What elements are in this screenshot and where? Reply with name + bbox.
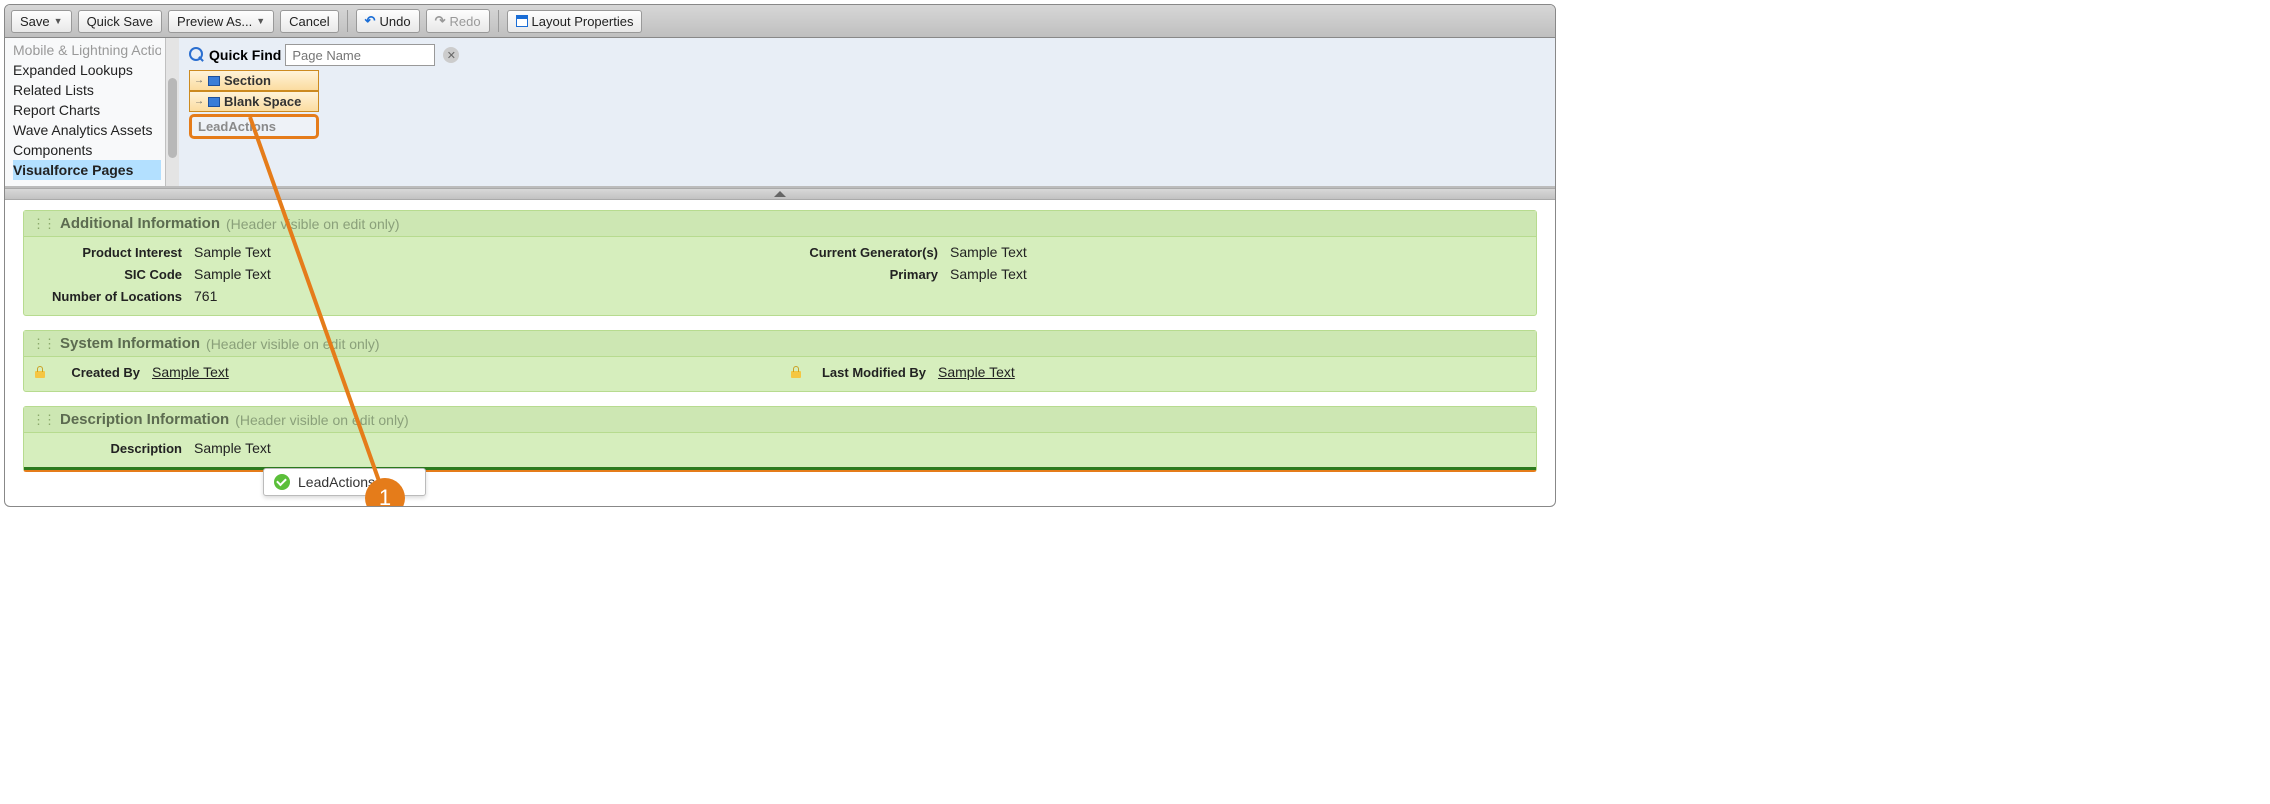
palette-chip-blank-space[interactable]: →Blank Space — [189, 91, 319, 112]
layout-section[interactable]: ⋮⋮ System Information (Header visible on… — [23, 330, 1537, 392]
field-value[interactable]: Sample Text — [194, 244, 271, 260]
layout-section-drop-target[interactable]: ⋮⋮ Description Information (Header visib… — [23, 406, 1537, 472]
section-note: (Header visible on edit only) — [226, 216, 400, 232]
sidebar-item[interactable]: Mobile & Lightning Actions — [13, 40, 161, 60]
palette-panel: Quick Find ✕ →Section →Blank Space LeadA… — [179, 38, 1555, 186]
section-title: Description Information — [60, 411, 229, 428]
quick-save-button[interactable]: Quick Save — [78, 10, 162, 33]
field-label: Primary — [790, 267, 950, 282]
undo-icon: ↶ — [365, 13, 376, 29]
palette-categories: Mobile & Lightning Actions Expanded Look… — [5, 38, 165, 186]
layout-section[interactable]: ⋮⋮ Additional Information (Header visibl… — [23, 210, 1537, 316]
field-value[interactable]: Sample Text — [194, 266, 271, 282]
insert-icon: → — [194, 75, 204, 86]
field-label: Product Interest — [34, 245, 194, 260]
field-label: Description — [34, 441, 194, 456]
collapse-bar[interactable] — [5, 188, 1555, 200]
field-value[interactable]: Sample Text — [194, 440, 271, 456]
section-title: Additional Information — [60, 215, 220, 232]
sidebar-item[interactable]: Report Charts — [13, 100, 161, 120]
undo-button[interactable]: ↶Undo — [356, 9, 420, 33]
section-title: System Information — [60, 335, 200, 352]
quick-find-label: Quick Find — [209, 47, 281, 63]
section-note: (Header visible on edit only) — [206, 336, 380, 352]
redo-icon: ↷ — [435, 13, 446, 29]
clear-search-icon[interactable]: ✕ — [443, 47, 459, 63]
sidebar-item-selected[interactable]: Visualforce Pages — [13, 160, 161, 180]
lock-icon — [34, 366, 46, 378]
layout-icon — [516, 15, 528, 27]
layout-properties-button[interactable]: Layout Properties — [507, 10, 643, 33]
palette-item-lead-actions[interactable]: LeadActions — [189, 114, 319, 139]
check-icon — [274, 474, 290, 490]
sidebar-item[interactable]: Related Lists — [13, 80, 161, 100]
quick-find-input[interactable] — [285, 44, 435, 66]
palette-chip-section[interactable]: →Section — [189, 70, 319, 91]
chevron-up-icon — [774, 191, 786, 197]
search-icon — [189, 47, 205, 63]
caret-down-icon: ▼ — [54, 16, 63, 26]
save-button[interactable]: Save▼ — [11, 10, 72, 33]
section-note: (Header visible on edit only) — [235, 412, 409, 428]
cancel-button[interactable]: Cancel — [280, 10, 338, 33]
lock-icon — [790, 366, 802, 378]
field-label: Current Generator(s) — [790, 245, 950, 260]
sidebar-item[interactable]: Wave Analytics Assets — [13, 120, 161, 140]
blank-space-icon — [208, 97, 220, 107]
scrollbar-thumb[interactable] — [168, 78, 177, 158]
preview-as-button[interactable]: Preview As...▼ — [168, 10, 274, 33]
grip-icon: ⋮⋮ — [32, 216, 54, 232]
grip-icon: ⋮⋮ — [32, 412, 54, 428]
sidebar-item[interactable]: Expanded Lookups — [13, 60, 161, 80]
separator — [347, 10, 348, 32]
redo-button: ↷Redo — [426, 9, 490, 33]
field-value[interactable]: 761 — [194, 288, 217, 304]
grip-icon: ⋮⋮ — [32, 336, 54, 352]
insert-icon: → — [194, 96, 204, 107]
field-value[interactable]: Sample Text — [950, 244, 1027, 260]
field-value[interactable]: Sample Text — [938, 364, 1015, 380]
toolbar: Save▼ Quick Save Preview As...▼ Cancel ↶… — [5, 5, 1555, 38]
field-value[interactable]: Sample Text — [950, 266, 1027, 282]
field-value[interactable]: Sample Text — [152, 364, 229, 380]
field-label: Last Modified By — [808, 365, 938, 380]
layout-canvas: ⋮⋮ Additional Information (Header visibl… — [5, 200, 1555, 506]
separator — [498, 10, 499, 32]
caret-down-icon: ▼ — [256, 16, 265, 26]
field-label: Number of Locations — [34, 289, 194, 304]
field-label: Created By — [52, 365, 152, 380]
drop-tooltip-label: LeadActions — [298, 474, 375, 490]
section-icon — [208, 76, 220, 86]
field-label: SIC Code — [34, 267, 194, 282]
sidebar-scrollbar[interactable] — [165, 38, 179, 186]
sidebar-item[interactable]: Components — [13, 140, 161, 160]
